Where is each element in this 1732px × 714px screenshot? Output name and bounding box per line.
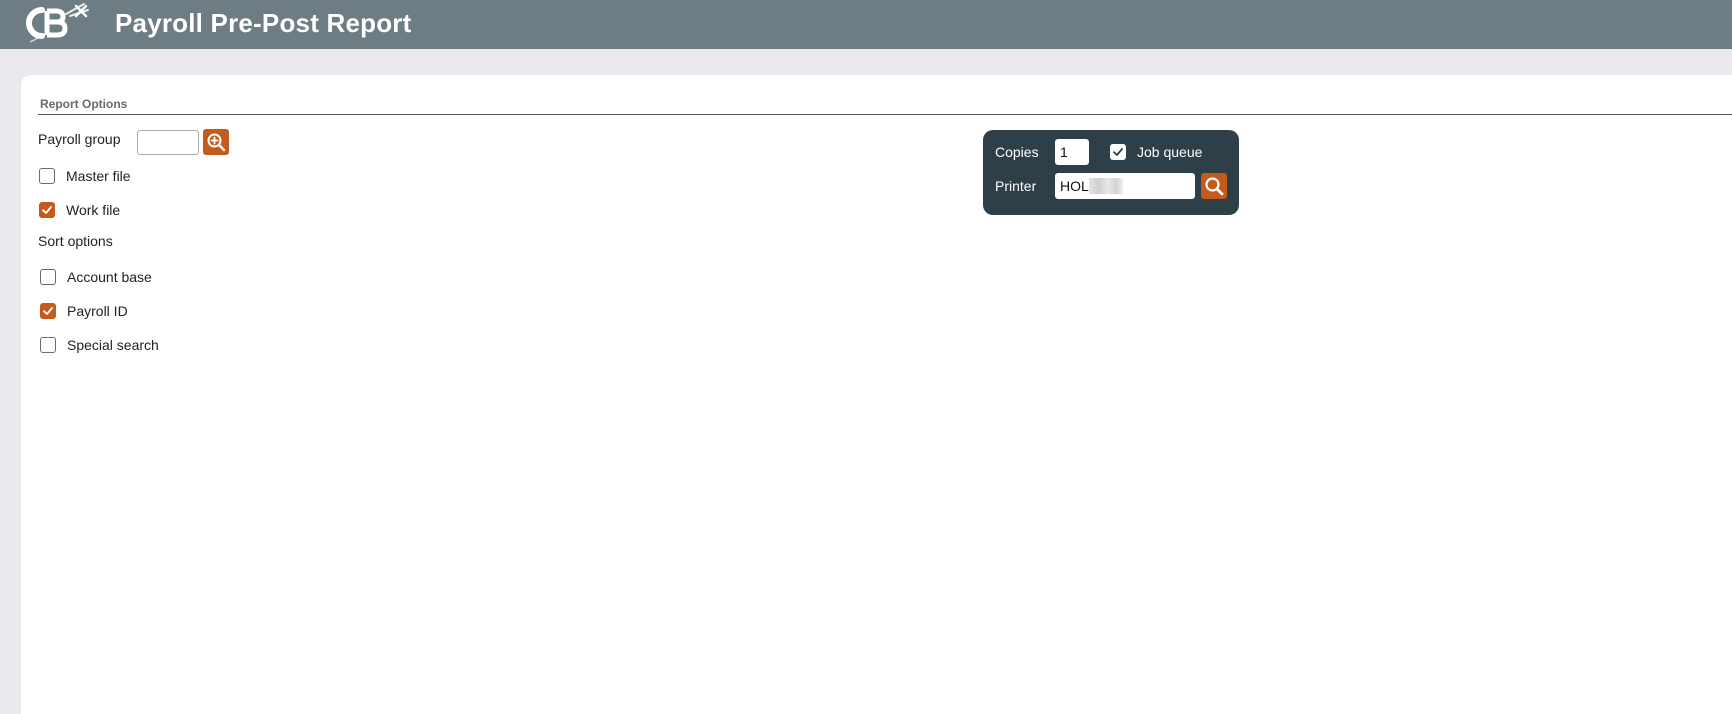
work-file-checkbox[interactable] (39, 202, 55, 218)
sort-options-heading: Sort options (38, 233, 113, 249)
report-options-legend: Report Options (40, 97, 128, 111)
zoom-in-icon (207, 133, 226, 152)
payroll-id-checkbox[interactable] (40, 303, 56, 319)
work-file-label: Work file (66, 202, 121, 218)
master-file-label: Master file (66, 168, 131, 184)
printer-label: Printer (995, 178, 1037, 194)
cb-logo-icon (26, 3, 89, 43)
job-queue-label: Job queue (1137, 144, 1203, 160)
payroll-group-label: Payroll group (38, 131, 121, 147)
checkmark-icon (43, 307, 53, 315)
section-divider (38, 114, 1732, 115)
report-panel: Report Options Payroll group Master file… (21, 75, 1732, 714)
checkmark-icon (42, 206, 52, 214)
account-base-checkbox[interactable] (40, 269, 56, 285)
search-icon (1205, 177, 1224, 196)
copies-label: Copies (995, 144, 1039, 160)
redacted-region (1088, 178, 1123, 194)
app-header: Payroll Pre-Post Report (0, 0, 1732, 49)
payroll-group-input[interactable] (137, 130, 199, 155)
payroll-id-label: Payroll ID (67, 303, 128, 319)
copies-input[interactable] (1055, 139, 1089, 165)
page-title: Payroll Pre-Post Report (115, 8, 412, 38)
payroll-group-lookup-button[interactable] (203, 129, 229, 155)
print-settings-box: Copies Job queue Printer HOL (983, 130, 1239, 215)
master-file-checkbox[interactable] (39, 168, 55, 184)
printer-search-button[interactable] (1201, 173, 1227, 199)
special-search-label: Special search (67, 337, 159, 353)
job-queue-checkbox[interactable] (1110, 144, 1126, 160)
special-search-checkbox[interactable] (40, 337, 56, 353)
account-base-label: Account base (67, 269, 152, 285)
checkmark-icon (1113, 148, 1123, 156)
printer-input[interactable]: HOL (1055, 173, 1195, 199)
printer-input-value: HOL (1060, 178, 1089, 194)
